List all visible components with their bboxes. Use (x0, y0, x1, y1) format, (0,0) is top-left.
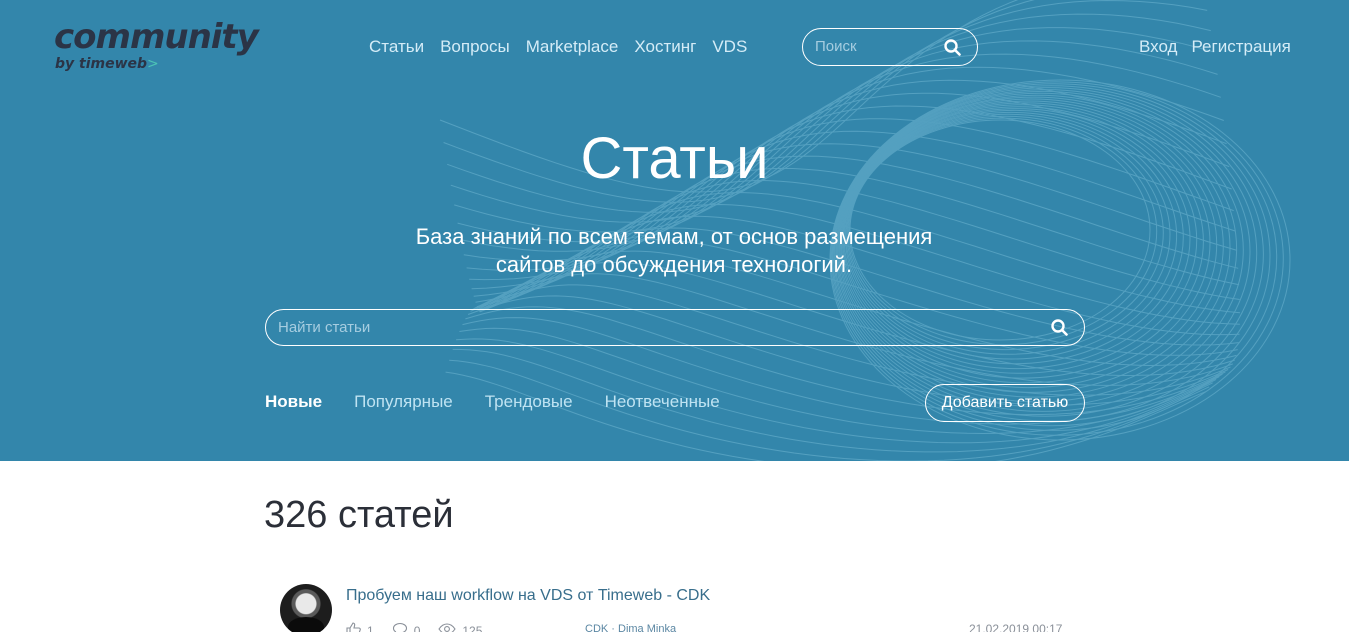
tab-new[interactable]: Новые (265, 391, 322, 413)
hero-banner: community by timeweb> Статьи Вопросы Mar… (0, 0, 1349, 461)
views-count: 125 (462, 623, 483, 632)
article-tabs: Новые Популярные Трендовые Неотвеченные (265, 391, 720, 413)
article-meta: 1 0 125 CDK · Dima Minka 21.02.2019 00:1… (346, 622, 1062, 632)
comments-counter[interactable]: 0 (392, 622, 421, 632)
comment-icon (392, 622, 408, 632)
site-logo[interactable]: community by timeweb> (54, 17, 259, 72)
article-title-link[interactable]: Пробуем наш workflow на VDS от Timeweb -… (346, 586, 710, 606)
avatar[interactable] (280, 584, 332, 632)
article-tags[interactable]: CDK · Dima Minka (585, 622, 676, 632)
tab-trending[interactable]: Трендовые (485, 391, 573, 413)
logo-arrow: > (147, 56, 159, 72)
thumbs-up-icon (346, 622, 361, 632)
page-subtitle: База знаний по всем темам, от основ разм… (415, 224, 933, 277)
nav-item-questions[interactable]: Вопросы (440, 36, 510, 58)
article-count: 326 статей (264, 494, 454, 536)
views-counter: 125 (438, 623, 482, 632)
eye-icon (438, 623, 457, 632)
register-link[interactable]: Регистрация (1191, 36, 1290, 58)
logo-wordmark: community (54, 17, 259, 57)
article-search-input[interactable] (278, 319, 978, 336)
list-item: Пробуем наш workflow на VDS от Timeweb -… (280, 584, 1080, 632)
article-date: 21.02.2019 00:17 (969, 622, 1063, 632)
search-icon[interactable] (944, 39, 961, 61)
logo-byline: by timeweb> (55, 56, 159, 72)
likes-count: 1 (367, 623, 374, 632)
add-article-button[interactable]: Добавить статью (925, 384, 1085, 422)
article-search (265, 309, 1085, 346)
likes-counter[interactable]: 1 (346, 622, 374, 632)
nav-item-hosting[interactable]: Хостинг (634, 36, 696, 58)
header-search-input[interactable] (815, 38, 935, 55)
tab-unanswered[interactable]: Неотвеченные (605, 391, 720, 413)
nav-item-vds[interactable]: VDS (712, 36, 747, 58)
main-nav: Статьи Вопросы Marketplace Хостинг VDS (369, 36, 747, 58)
search-icon[interactable] (1051, 319, 1068, 341)
header-search (802, 28, 978, 66)
nav-item-articles[interactable]: Статьи (369, 36, 424, 58)
page-title: Статьи (580, 126, 769, 191)
login-link[interactable]: Вход (1139, 36, 1177, 58)
tab-popular[interactable]: Популярные (354, 391, 453, 413)
nav-item-marketplace[interactable]: Marketplace (526, 36, 619, 58)
auth-links: Вход Регистрация (1139, 36, 1291, 58)
comments-count: 0 (413, 623, 421, 632)
